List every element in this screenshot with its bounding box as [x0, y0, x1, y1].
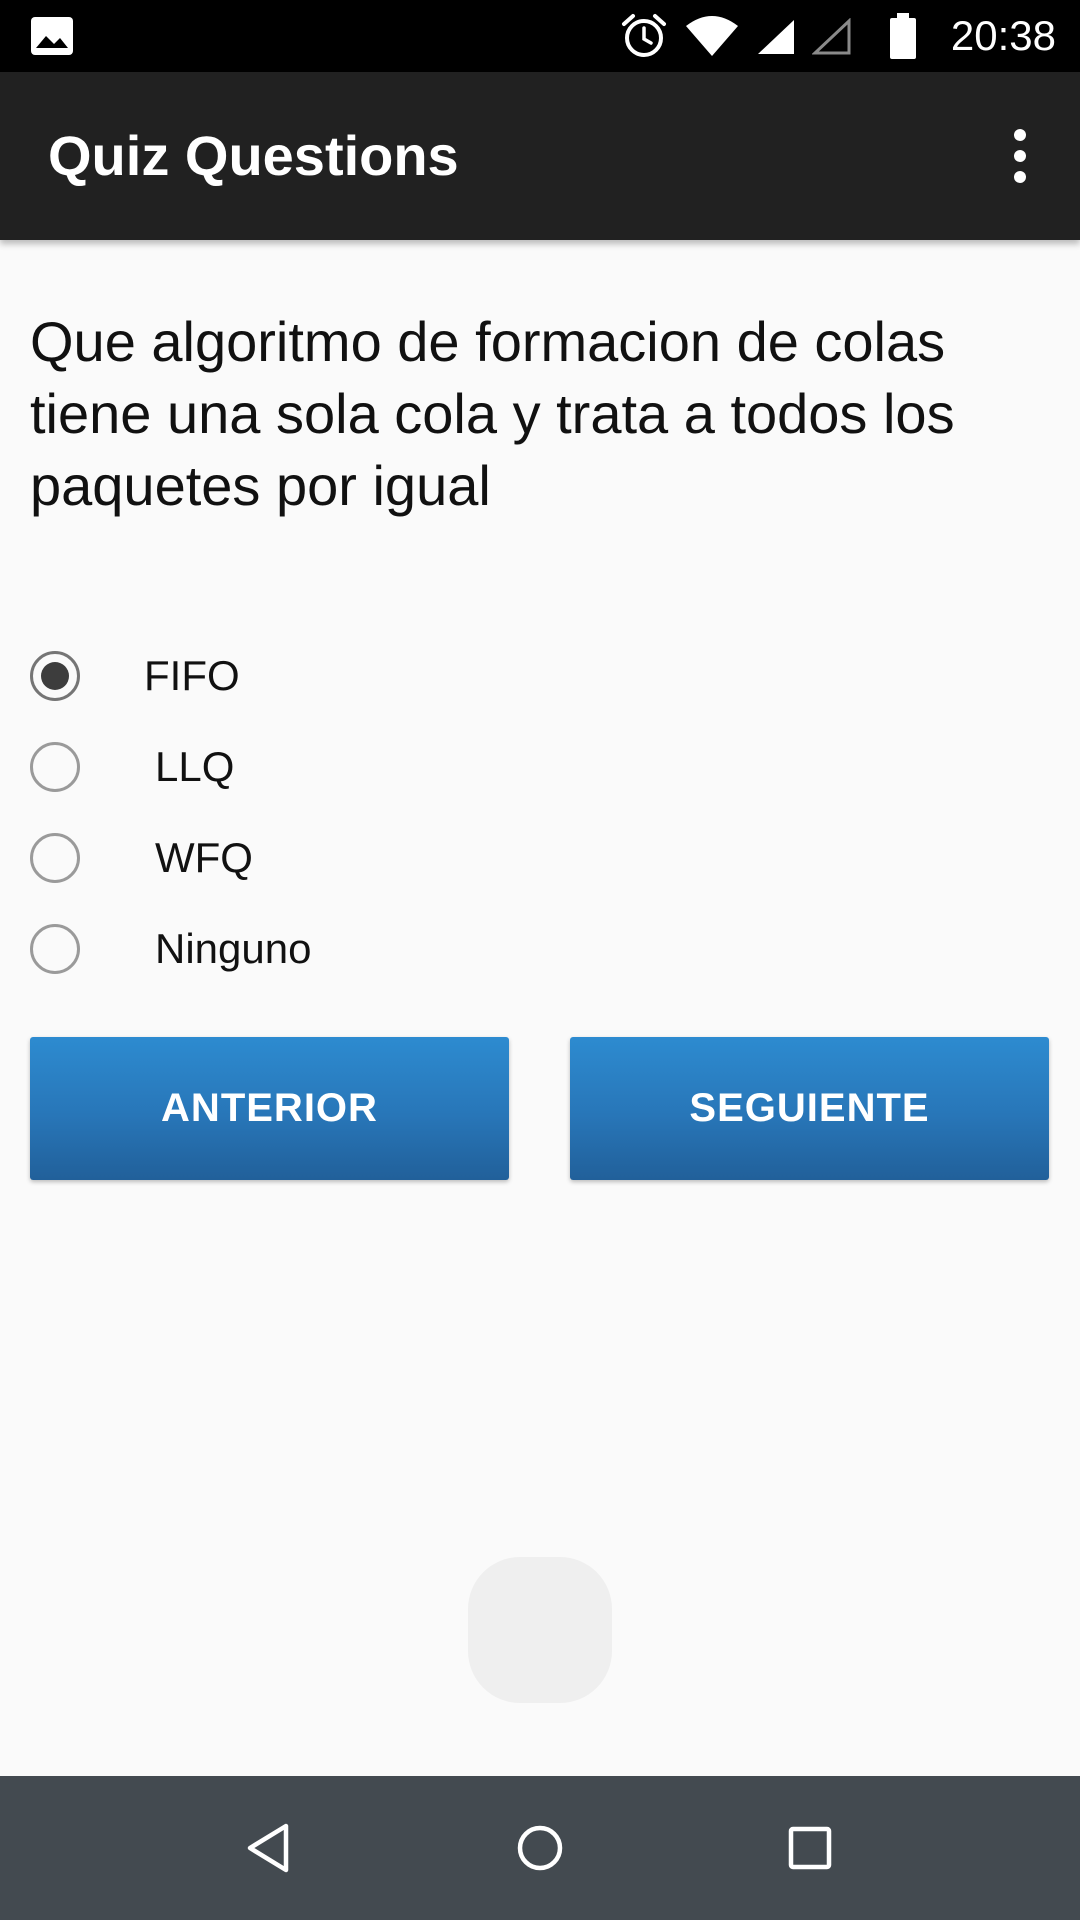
navigation-bar [0, 1776, 1080, 1920]
radio-button[interactable] [30, 741, 80, 792]
more-vert-icon [1014, 129, 1026, 141]
battery-icon [890, 13, 916, 59]
question-text: Que algoritmo de formacion de colas tien… [30, 310, 955, 517]
option-label: FIFO [144, 651, 240, 699]
radio-button-checked[interactable] [30, 650, 80, 701]
home-icon[interactable] [492, 1800, 588, 1896]
status-bar: 20:38 [0, 0, 1080, 72]
gallery-icon [31, 17, 73, 55]
option-ninguno[interactable]: Ninguno [30, 903, 1030, 994]
cell-signal-icon [758, 20, 794, 54]
floating-action-button[interactable] [468, 1557, 612, 1703]
cell-signal-empty-icon [812, 18, 851, 55]
option-fifo[interactable]: FIFO [30, 630, 1030, 721]
answer-options: FIFO LLQ WFQ Ninguno [30, 630, 1030, 994]
option-llq[interactable]: LLQ [30, 721, 1030, 812]
previous-button[interactable]: ANTERIOR [30, 1037, 509, 1180]
more-options-button[interactable] [972, 108, 1068, 204]
option-label: Ninguno [155, 924, 312, 972]
back-icon[interactable] [222, 1800, 318, 1896]
option-label: WFQ [155, 833, 253, 881]
radio-button[interactable] [30, 923, 80, 974]
wifi-icon [686, 16, 738, 56]
next-button[interactable]: SEGUIENTE [570, 1037, 1049, 1180]
recents-icon[interactable] [762, 1800, 858, 1896]
option-wfq[interactable]: WFQ [30, 812, 1030, 903]
app-bar: Quiz Questions [0, 72, 1080, 240]
radio-button[interactable] [30, 832, 80, 883]
alarm-icon [622, 14, 666, 57]
option-label: LLQ [155, 742, 235, 790]
app-title: Quiz Questions [48, 124, 459, 187]
status-time: 20:38 [950, 12, 1056, 59]
